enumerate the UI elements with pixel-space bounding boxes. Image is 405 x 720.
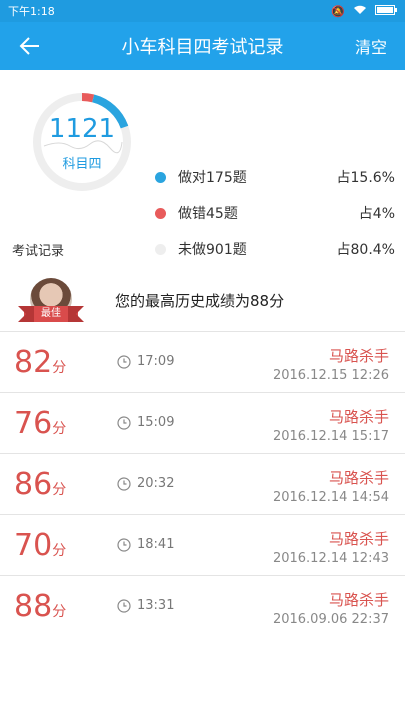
legend-unanswered: 未做901题 占80.4% — [155, 237, 395, 261]
score: 86分 — [14, 467, 67, 502]
rank-title: 马路杀手 — [328, 530, 389, 548]
duration: 13:31 — [137, 598, 175, 613]
wrong-dot-icon — [155, 207, 166, 219]
record-date: 2016.12.14 12:43 — [272, 551, 389, 566]
record-date: 2016.12.15 12:26 — [272, 368, 389, 383]
clear-button[interactable]: 清空 — [355, 34, 387, 58]
duration: 17:09 — [137, 354, 175, 369]
best-badge: 最佳 — [18, 306, 84, 322]
wifi-icon — [353, 5, 367, 18]
clock-icon — [117, 354, 131, 369]
clock-icon — [117, 415, 131, 430]
record-row[interactable]: 82分 17:09 马路杀手 2016.12.15 12:26 — [0, 331, 405, 392]
progress-donut: 1121 科目四 — [30, 90, 134, 194]
score: 76分 — [14, 406, 67, 441]
battery-icon — [375, 4, 397, 18]
clock-icon — [117, 598, 131, 613]
rank-title: 马路杀手 — [328, 469, 389, 487]
status-bar: 下午1:18 🔕 — [0, 0, 405, 22]
correct-dot-icon — [155, 171, 166, 183]
record-row[interactable]: 76分 15:09 马路杀手 2016.12.14 15:17 — [0, 392, 405, 453]
record-row[interactable]: 86分 20:32 马路杀手 2016.12.14 14:54 — [0, 453, 405, 514]
duration: 18:41 — [137, 537, 175, 552]
clock-icon — [117, 537, 131, 552]
record-date: 2016.12.14 15:17 — [272, 429, 389, 444]
summary-panel: 1121 科目四 做对175题 占15.6% 做错45题 占4% 未做901题 … — [0, 70, 405, 258]
legend-wrong: 做错45题 占4% — [155, 201, 395, 225]
subject-label: 科目四 — [62, 157, 102, 172]
record-date: 2016.09.06 22:37 — [272, 612, 389, 627]
best-score-row: 最佳 您的最高历史成绩为88分 — [0, 270, 405, 330]
section-title: 考试记录 — [12, 244, 65, 259]
record-list: 82分 17:09 马路杀手 2016.12.15 12:26 76分 15:09 马路杀手… — [0, 331, 405, 636]
legend-correct: 做对175题 占15.6% — [155, 165, 395, 189]
best-score-text: 您的最高历史成绩为88分 — [115, 292, 285, 310]
mute-icon: 🔕 — [331, 4, 345, 18]
duration: 20:32 — [137, 476, 175, 491]
score: 88分 — [14, 589, 67, 624]
record-row[interactable]: 70分 18:41 马路杀手 2016.12.14 12:43 — [0, 514, 405, 575]
rank-title: 马路杀手 — [328, 591, 389, 609]
back-arrow-icon[interactable] — [18, 34, 42, 58]
total-questions: 1121 — [48, 114, 116, 144]
status-time: 下午1:18 — [8, 5, 55, 18]
rank-title: 马路杀手 — [328, 408, 389, 426]
record-date: 2016.12.14 14:54 — [272, 490, 389, 505]
clock-icon — [117, 476, 131, 491]
record-row[interactable]: 88分 13:31 马路杀手 2016.09.06 22:37 — [0, 575, 405, 636]
unanswered-dot-icon — [155, 243, 166, 255]
score: 70分 — [14, 528, 67, 563]
rank-title: 马路杀手 — [328, 347, 389, 365]
duration: 15:09 — [137, 415, 175, 430]
page-title: 小车科目四考试记录 — [121, 37, 284, 58]
app-bar: 小车科目四考试记录 清空 — [0, 22, 405, 70]
score: 82分 — [14, 345, 67, 380]
